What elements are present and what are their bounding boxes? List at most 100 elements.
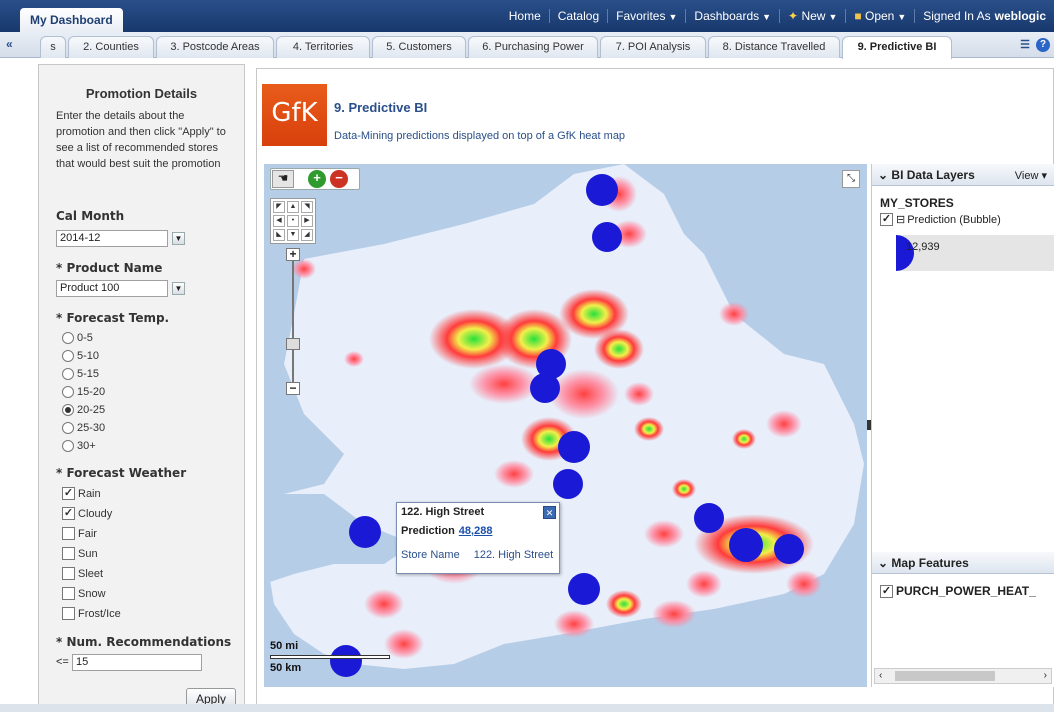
tab-purchasing-power[interactable]: 6. Purchasing Power bbox=[468, 36, 598, 58]
store-bubble[interactable] bbox=[568, 573, 600, 605]
weather-option[interactable]: ✓ Cloudy bbox=[62, 507, 112, 520]
checkbox[interactable] bbox=[62, 567, 75, 580]
weather-option[interactable]: Frost/Ice bbox=[62, 607, 121, 620]
chevron-down-icon[interactable]: ▼ bbox=[172, 282, 185, 295]
temp-option-selected[interactable]: 20-25 bbox=[62, 404, 105, 416]
zoom-plus-icon[interactable]: + bbox=[286, 248, 300, 261]
checkbox-checked[interactable]: ✓ bbox=[62, 487, 75, 500]
product-name-select[interactable]: Product 100 bbox=[56, 280, 168, 297]
pan-up-icon[interactable]: ▲ bbox=[287, 201, 299, 213]
zoom-out-icon[interactable]: − bbox=[330, 170, 348, 188]
temp-option[interactable]: 30+ bbox=[62, 440, 96, 452]
pan-down-icon[interactable]: ▼ bbox=[287, 229, 299, 241]
temp-option[interactable]: 0-5 bbox=[62, 332, 93, 344]
tab-counties[interactable]: 2. Counties bbox=[68, 36, 154, 58]
page-options-icon[interactable]: ☰ bbox=[1020, 38, 1030, 52]
pan-sw-icon[interactable]: ◣ bbox=[273, 229, 285, 241]
pan-left-icon[interactable]: ◀ bbox=[273, 215, 285, 227]
temp-option[interactable]: 5-15 bbox=[62, 368, 99, 380]
user-name[interactable]: weblogic bbox=[995, 9, 1046, 23]
pan-se-icon[interactable]: ◢ bbox=[301, 229, 313, 241]
pan-ne-icon[interactable]: ◥ bbox=[301, 201, 313, 213]
radio-button[interactable] bbox=[62, 422, 74, 434]
close-icon[interactable]: ✕ bbox=[543, 506, 556, 519]
expand-map-icon[interactable]: ⤡ bbox=[842, 170, 860, 188]
store-bubble[interactable] bbox=[592, 222, 622, 252]
nav-open[interactable]: ■ Open ▼ bbox=[845, 9, 914, 23]
store-bubble[interactable] bbox=[774, 534, 804, 564]
chevron-down-icon[interactable]: ▼ bbox=[172, 232, 185, 245]
store-bubble[interactable] bbox=[729, 528, 763, 562]
report-subtitle: Data-Mining predictions displayed on top… bbox=[334, 130, 626, 142]
nav-catalog[interactable]: Catalog bbox=[548, 9, 607, 23]
scroll-left-arrow-icon[interactable]: ‹ bbox=[879, 670, 882, 681]
checkbox[interactable] bbox=[62, 527, 75, 540]
help-icon[interactable]: ? bbox=[1036, 38, 1050, 52]
expand-minus-icon[interactable]: ⊟ bbox=[896, 213, 905, 226]
scroll-left-icon[interactable]: « bbox=[6, 37, 13, 51]
page-scrollbar[interactable] bbox=[0, 704, 1054, 712]
weather-option[interactable]: ✓ Rain bbox=[62, 487, 101, 500]
temp-option[interactable]: 15-20 bbox=[62, 386, 105, 398]
pan-right-icon[interactable]: ▶ bbox=[301, 215, 313, 227]
scrollbar-thumb[interactable] bbox=[895, 671, 995, 681]
pan-nw-icon[interactable]: ◤ bbox=[273, 201, 285, 213]
radio-button[interactable] bbox=[62, 332, 74, 344]
checkbox-checked[interactable]: ✓ bbox=[880, 213, 893, 226]
bi-data-layers-header[interactable]: ⌄ BI Data Layers View ▾ bbox=[872, 164, 1054, 186]
nav-dashboards[interactable]: Dashboards ▼ bbox=[685, 9, 779, 23]
prediction-link[interactable]: 48,288 bbox=[459, 525, 493, 537]
temp-option[interactable]: 25-30 bbox=[62, 422, 105, 434]
tab-predictive-bi[interactable]: 9. Predictive BI bbox=[842, 36, 952, 59]
tab-distance-travelled[interactable]: 8. Distance Travelled bbox=[708, 36, 840, 58]
num-recommendations-input[interactable]: 15 bbox=[72, 654, 202, 671]
radio-button[interactable] bbox=[62, 386, 74, 398]
weather-option[interactable]: Sleet bbox=[62, 567, 103, 580]
tab-1[interactable]: s bbox=[40, 36, 66, 58]
nav-favorites[interactable]: Favorites ▼ bbox=[607, 9, 685, 23]
heat-map[interactable] bbox=[264, 164, 867, 687]
checkbox[interactable] bbox=[62, 607, 75, 620]
collapse-icon[interactable]: ⌄ bbox=[878, 556, 888, 570]
checkbox-checked[interactable]: ✓ bbox=[62, 507, 75, 520]
tab-poi-analysis[interactable]: 7. POI Analysis bbox=[600, 36, 706, 58]
store-bubble[interactable] bbox=[558, 431, 590, 463]
dashboard-tab[interactable]: My Dashboard bbox=[20, 8, 123, 32]
zoom-minus-icon[interactable]: − bbox=[286, 382, 300, 395]
nav-home[interactable]: Home bbox=[501, 9, 549, 23]
zoom-in-icon[interactable]: + bbox=[308, 170, 326, 188]
temp-option[interactable]: 5-10 bbox=[62, 350, 99, 362]
radio-button[interactable] bbox=[62, 440, 74, 452]
layer-row[interactable]: ✓ ⊟ Prediction (Bubble) bbox=[880, 213, 1001, 226]
checkbox[interactable] bbox=[62, 547, 75, 560]
map-features-header[interactable]: ⌄ Map Features bbox=[872, 552, 1054, 574]
store-bubble[interactable] bbox=[586, 174, 618, 206]
zoom-slider-thumb[interactable] bbox=[286, 338, 300, 350]
tab-customers[interactable]: 5. Customers bbox=[372, 36, 466, 58]
scroll-right-arrow-icon[interactable]: › bbox=[1044, 670, 1047, 681]
tab-postcode-areas[interactable]: 3. Postcode Areas bbox=[156, 36, 274, 58]
store-bubble[interactable] bbox=[349, 516, 381, 548]
radio-button-checked[interactable] bbox=[62, 404, 74, 416]
feature-row[interactable]: ✓ PURCH_POWER_HEAT_ bbox=[880, 584, 1054, 598]
checkbox[interactable] bbox=[62, 587, 75, 600]
store-bubble[interactable] bbox=[553, 469, 583, 499]
weather-option[interactable]: Fair bbox=[62, 527, 97, 540]
weather-option-label: Frost/Ice bbox=[78, 607, 121, 620]
radio-button[interactable] bbox=[62, 368, 74, 380]
nav-new[interactable]: ✦ New ▼ bbox=[779, 9, 845, 23]
zoom-slider[interactable]: + − bbox=[286, 248, 300, 396]
view-menu[interactable]: View ▾ bbox=[1015, 169, 1047, 182]
pan-hand-icon[interactable]: ☚ bbox=[272, 170, 294, 188]
weather-option[interactable]: Snow bbox=[62, 587, 106, 600]
store-bubble[interactable] bbox=[694, 503, 724, 533]
tab-territories[interactable]: 4. Territories bbox=[276, 36, 370, 58]
pan-center-icon[interactable]: • bbox=[287, 215, 299, 227]
cal-month-select[interactable]: 2014-12 bbox=[56, 230, 168, 247]
horizontal-scrollbar[interactable]: ‹ › bbox=[874, 668, 1052, 684]
collapse-icon[interactable]: ⌄ bbox=[878, 168, 888, 182]
checkbox-checked[interactable]: ✓ bbox=[880, 584, 893, 598]
store-bubble[interactable] bbox=[530, 373, 560, 403]
radio-button[interactable] bbox=[62, 350, 74, 362]
weather-option[interactable]: Sun bbox=[62, 547, 98, 560]
